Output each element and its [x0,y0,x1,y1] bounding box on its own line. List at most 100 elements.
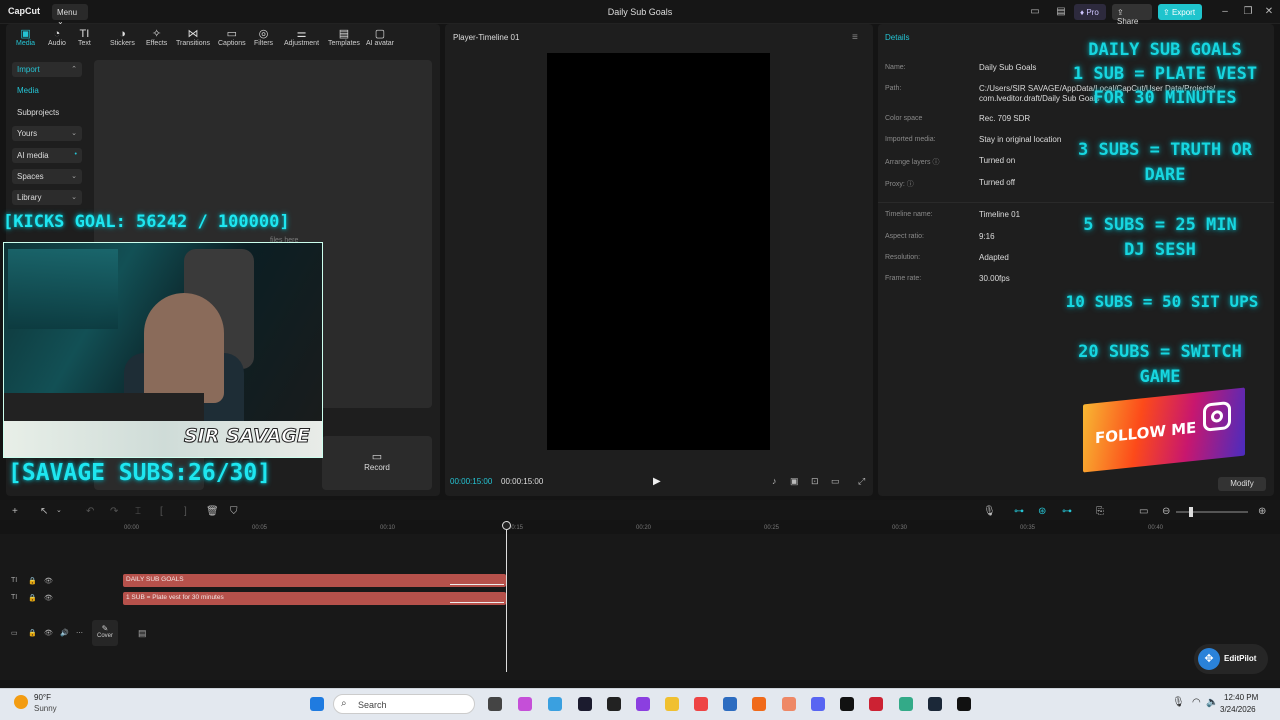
layout-icon[interactable]: ▭ [1028,6,1042,17]
eye-icon[interactable]: 👁 [44,629,53,637]
delete-icon[interactable]: 🗑 [206,506,219,517]
tab-label: Filters [254,40,274,47]
lock-icon[interactable]: 🔒 [28,594,37,602]
tab-media[interactable]: ▣ Media [16,28,35,47]
marker-icon[interactable]: ⛉ [230,506,238,517]
weather-condition[interactable]: Sunny [34,704,57,713]
nav-import[interactable]: Import ⌃ [12,62,82,77]
snap-icon[interactable]: ⊶ [1062,506,1072,517]
steam-icon[interactable] [928,697,942,711]
trim-right-icon[interactable]: ] [184,506,187,517]
app-icon[interactable] [548,697,562,711]
select-tool-icon[interactable]: ↖ [40,506,48,517]
tab-adjustment[interactable]: ⚌ Adjustment [284,28,319,47]
record-button[interactable]: ▭ Record [322,436,432,490]
info-icon[interactable]: ⓘ [907,181,914,188]
share-button[interactable]: ⇪ Share [1112,4,1152,26]
nav-library[interactable]: Library ⌄ [12,190,82,205]
task-view-icon[interactable] [488,697,502,711]
taskbar-search[interactable]: Search [333,694,475,714]
weather-temp[interactable]: 90°F [34,693,51,702]
zoom-slider-handle[interactable] [1189,507,1193,517]
playhead-handle[interactable] [502,521,511,530]
copilot-icon[interactable] [518,697,532,711]
chevron-down-icon[interactable]: ⌄ [56,506,62,514]
tab-templates[interactable]: ▤ Templates [328,28,360,47]
tiktok-icon[interactable]: ♪ [772,476,777,486]
tab-stickers[interactable]: ◑ Stickers [110,28,135,47]
tab-audio[interactable]: ◔ Audio [48,28,66,47]
audio-icon[interactable]: 🔊 [60,629,69,637]
modify-button[interactable]: Modify [1218,477,1266,491]
info-icon[interactable]: ⓘ [932,159,939,166]
microphone-icon[interactable]: 🎙 [983,506,996,517]
eye-icon[interactable]: 👁 [44,594,53,602]
maximize-icon[interactable]: ❐ [1241,6,1255,17]
microphone-icon[interactable]: 🎙 [1172,697,1185,708]
cover-button[interactable]: ✎ Cover [92,620,118,646]
file-explorer-icon[interactable] [665,697,679,711]
capcut-taskbar-icon[interactable] [840,697,854,711]
app-icon[interactable] [723,697,737,711]
tab-captions[interactable]: ▭ Captions [218,28,246,47]
quality-icon[interactable]: ▣ [790,476,799,487]
app-icon[interactable] [636,697,650,711]
more-icon[interactable]: ⋯ [76,629,83,637]
shortcuts-icon[interactable]: ▤ [1054,6,1068,17]
nav-spaces[interactable]: Spaces ⌄ [12,169,82,184]
minimize-icon[interactable]: – [1218,6,1232,17]
zoom-in-icon[interactable]: ⊕ [1258,506,1266,517]
eye-icon[interactable]: 👁 [44,577,53,585]
app-icon[interactable] [578,697,592,711]
clock-time[interactable]: 12:40 PM [1224,693,1258,702]
crop-icon[interactable]: ⊡ [811,476,819,487]
tab-filters[interactable]: ◎ Filters [254,28,273,47]
magnet-icon[interactable]: ⊛ [1038,506,1046,517]
nav-media[interactable]: Media [12,83,82,98]
wifi-icon[interactable]: ◠ [1192,697,1201,708]
close-icon[interactable]: ✕ [1262,6,1276,17]
trim-left-icon[interactable]: [ [160,506,163,517]
menu-icon[interactable]: ≡ [852,32,858,43]
nav-subprojects[interactable]: Subprojects [12,105,82,120]
link-icon[interactable]: ⊶ [1014,506,1024,517]
nav-yours[interactable]: Yours ⌄ [12,126,82,141]
ratio-icon[interactable]: ▭ [831,476,840,487]
windows-start-icon[interactable] [310,697,324,711]
redo-icon[interactable]: ↷ [110,506,118,517]
chrome-icon[interactable] [694,697,708,711]
lock-icon[interactable]: 🔒 [28,629,37,637]
app-icon[interactable] [782,697,796,711]
video-canvas[interactable] [547,53,770,450]
nav-ai-media[interactable]: AI media • [12,148,82,163]
volume-icon[interactable]: 🔈 [1206,697,1218,708]
pro-button[interactable]: ♦ Pro [1074,4,1106,20]
text-clip[interactable]: DAILY SUB GOALS [123,574,506,587]
weather-icon[interactable] [14,695,28,709]
lock-icon[interactable]: 🔒 [28,577,37,585]
soundcloud-icon[interactable] [752,697,766,711]
caption-icon[interactable]: ▭ [1139,506,1148,517]
tab-transitions[interactable]: ⋈ Transitions [176,28,210,47]
zoom-slider[interactable] [1176,511,1248,513]
split-icon[interactable]: ⌶ [135,506,141,517]
timeline-area[interactable] [0,534,1280,680]
undo-icon[interactable]: ↶ [86,506,94,517]
app-icon[interactable] [899,697,913,711]
playhead[interactable] [506,524,507,672]
clock-date[interactable]: 3/24/2026 [1220,705,1256,714]
export-button[interactable]: ⇪ Export [1158,4,1202,20]
zoom-out-icon[interactable]: ⊖ [1162,506,1170,517]
app-icon[interactable] [869,697,883,711]
tab-ai-avatar[interactable]: ▢ AI avatar [366,28,394,47]
tab-text[interactable]: TI Text [78,28,91,47]
fullscreen-icon[interactable]: ⤢ [858,476,865,487]
add-track-icon[interactable]: + [12,506,18,517]
tab-effects[interactable]: ✧ Effects [146,28,167,47]
app-icon[interactable] [607,697,621,711]
play-icon[interactable]: ▶ [653,476,661,487]
discord-icon[interactable] [811,697,825,711]
preview-axis-icon[interactable]: ⎘ [1096,506,1104,517]
capcut-taskbar-icon[interactable] [957,697,971,711]
text-clip[interactable]: 1 SUB = Plate vest for 30 minutes [123,592,506,605]
